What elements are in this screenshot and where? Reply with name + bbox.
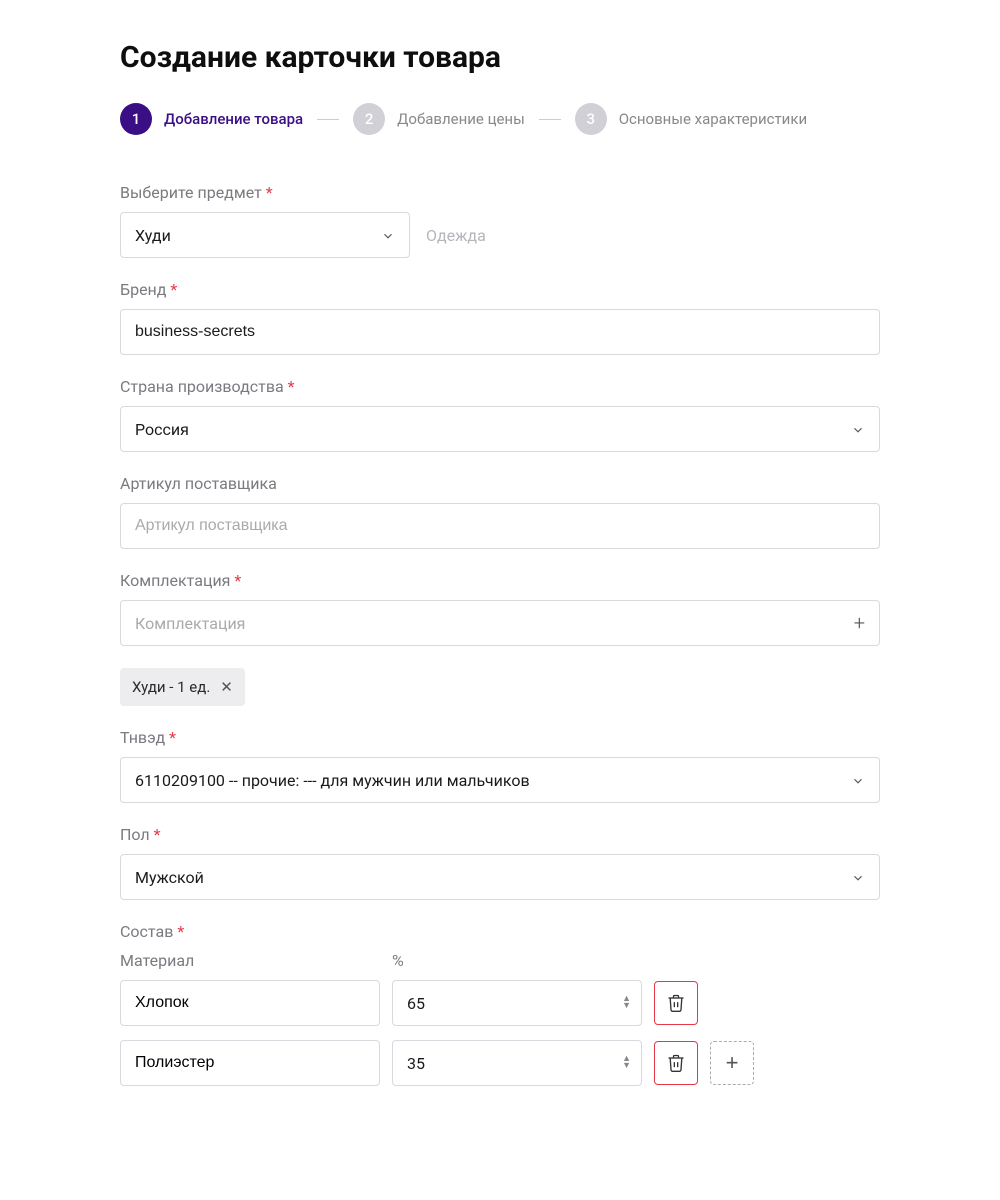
country-value: Россия <box>135 420 851 439</box>
gender-value: Мужской <box>135 868 851 887</box>
step-3-circle: 3 <box>575 103 607 135</box>
delete-button[interactable] <box>654 981 698 1025</box>
country-select[interactable]: Россия <box>120 406 880 452</box>
delete-button[interactable] <box>654 1041 698 1085</box>
bundle-tag-label: Худи - 1 ед. <box>132 678 210 696</box>
composition-row: 65 ▲▼ <box>120 980 880 1026</box>
percent-input-wrap[interactable]: 65 ▲▼ <box>392 980 642 1026</box>
trash-icon <box>666 993 686 1013</box>
add-row-button[interactable]: + <box>710 1041 754 1085</box>
bundle-input[interactable]: Комплектация + <box>120 600 880 646</box>
chevron-down-icon <box>851 870 865 884</box>
field-brand: Бренд * <box>120 280 880 355</box>
composition-label: Состав * <box>120 922 880 941</box>
field-composition: Состав * Материал % 65 ▲▼ 35 ▲▼ + <box>120 922 880 1086</box>
composition-row: 35 ▲▼ + <box>120 1040 880 1086</box>
bundle-tag: Худи - 1 ед. ✕ <box>120 668 245 706</box>
tnved-select[interactable]: 6110209100 -- прочие: --- для мужчин или… <box>120 757 880 803</box>
step-2-label: Добавление цены <box>397 110 525 128</box>
subject-label: Выберите предмет * <box>120 183 880 202</box>
field-tnved: Тнвэд * 6110209100 -- прочие: --- для му… <box>120 728 880 803</box>
step-2[interactable]: 2 Добавление цены <box>353 103 525 135</box>
plus-icon: + <box>854 611 865 635</box>
field-bundle: Комплектация * Комплектация + <box>120 571 880 646</box>
composition-header: Материал % <box>120 951 880 970</box>
brand-label: Бренд * <box>120 280 880 299</box>
subject-hint: Одежда <box>426 226 486 245</box>
step-1[interactable]: 1 Добавление товара <box>120 103 303 135</box>
field-gender: Пол * Мужской <box>120 825 880 900</box>
sku-label: Артикул поставщика <box>120 474 880 493</box>
composition-col-percent: % <box>392 951 642 970</box>
step-separator <box>539 119 561 120</box>
composition-col-material: Материал <box>120 951 380 970</box>
tnved-label: Тнвэд * <box>120 728 880 747</box>
close-icon[interactable]: ✕ <box>220 678 233 696</box>
step-3[interactable]: 3 Основные характеристики <box>575 103 807 135</box>
field-country: Страна производства * Россия <box>120 377 880 452</box>
sku-input[interactable] <box>120 503 880 549</box>
trash-icon <box>666 1053 686 1073</box>
brand-input[interactable] <box>120 309 880 355</box>
step-2-circle: 2 <box>353 103 385 135</box>
bundle-label: Комплектация * <box>120 571 880 590</box>
step-1-label: Добавление товара <box>164 110 303 128</box>
step-3-label: Основные характеристики <box>619 110 807 128</box>
field-sku: Артикул поставщика <box>120 474 880 549</box>
gender-select[interactable]: Мужской <box>120 854 880 900</box>
step-separator <box>317 119 339 120</box>
chevron-down-icon <box>851 422 865 436</box>
number-spinner-icon[interactable]: ▲▼ <box>622 1056 631 1070</box>
field-subject: Выберите предмет * Худи Одежда <box>120 183 880 258</box>
material-input[interactable] <box>120 1040 380 1086</box>
country-label: Страна производства * <box>120 377 880 396</box>
material-input[interactable] <box>120 980 380 1026</box>
tnved-value: 6110209100 -- прочие: --- для мужчин или… <box>135 771 851 790</box>
chevron-down-icon <box>381 228 395 242</box>
plus-icon: + <box>726 1050 739 1076</box>
bundle-placeholder: Комплектация <box>135 614 854 633</box>
percent-input-wrap[interactable]: 35 ▲▼ <box>392 1040 642 1086</box>
subject-select[interactable]: Худи <box>120 212 410 258</box>
chevron-down-icon <box>851 773 865 787</box>
subject-value: Худи <box>135 226 381 245</box>
gender-label: Пол * <box>120 825 880 844</box>
percent-value: 65 <box>407 994 425 1013</box>
percent-value: 35 <box>407 1054 425 1073</box>
number-spinner-icon[interactable]: ▲▼ <box>622 996 631 1010</box>
stepper: 1 Добавление товара 2 Добавление цены 3 … <box>120 103 880 135</box>
step-1-circle: 1 <box>120 103 152 135</box>
page-title: Создание карточки товара <box>120 40 880 75</box>
